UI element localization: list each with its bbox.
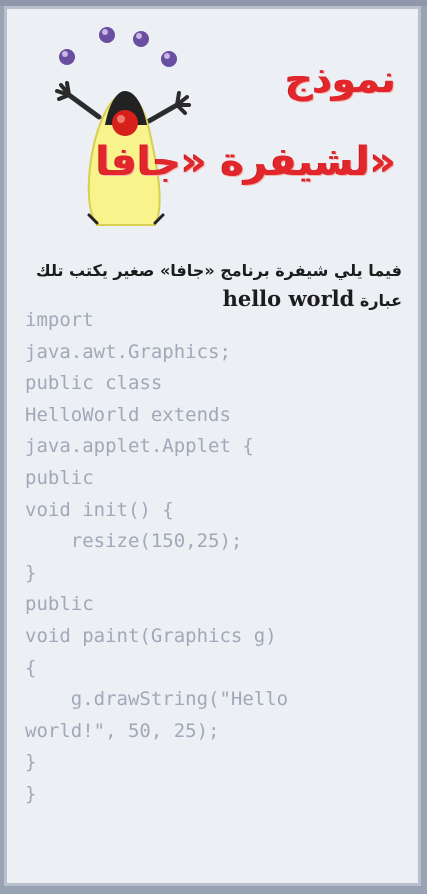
- code-line: public: [25, 466, 94, 489]
- code-line: g.drawString("Hello: [25, 688, 289, 711]
- code-line: java.applet.Applet {: [25, 435, 254, 458]
- title-line-2: لشيفرة «جافا»: [95, 139, 396, 185]
- code-line: }: [25, 782, 37, 805]
- code-line: java.awt.Graphics;: [25, 340, 231, 363]
- code-line: import: [25, 309, 94, 331]
- code-line: resize(150,25);: [25, 530, 243, 553]
- code-line: void init() {: [25, 498, 174, 521]
- java-code-block: import java.awt.Graphics; public class H…: [25, 305, 425, 811]
- title-line-1: نموذج: [285, 57, 396, 101]
- code-line: }: [25, 561, 37, 584]
- code-line: HelloWorld extends: [25, 403, 231, 426]
- java-duke-juggling-mascot: [55, 27, 191, 226]
- code-line: void paint(Graphics g): [25, 624, 277, 647]
- code-line: world!", 50, 25);: [25, 719, 220, 742]
- code-line: {: [25, 656, 37, 679]
- code-line: }: [25, 751, 37, 774]
- sidebar-box: نموذج لشيفرة «جافا» فيما يلي شيفرة برنام…: [4, 6, 421, 886]
- code-line: public class: [25, 372, 163, 395]
- code-line: public: [25, 593, 94, 616]
